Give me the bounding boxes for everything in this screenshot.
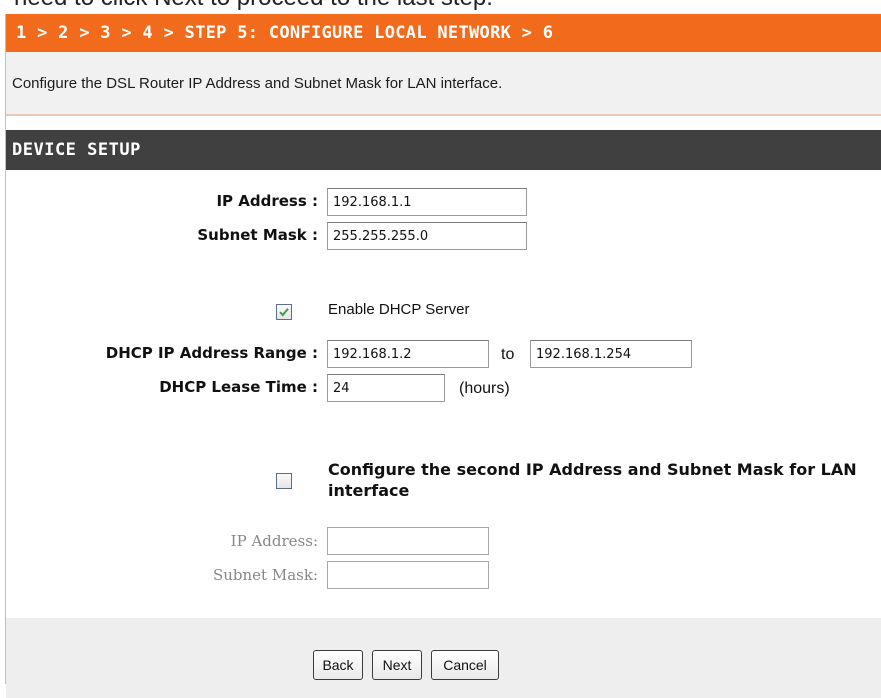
dhcp-range-start-input[interactable] bbox=[327, 340, 489, 368]
dhcp-range-to-text: to bbox=[501, 346, 515, 363]
second-ip-label: Configure the second IP Address and Subn… bbox=[328, 460, 857, 500]
dhcp-lease-time-label: DHCP Lease Time : bbox=[159, 378, 318, 396]
dhcp-range-end-input[interactable] bbox=[530, 340, 692, 368]
subnet-mask-label: Subnet Mask : bbox=[197, 226, 318, 244]
next-button[interactable]: Next bbox=[372, 650, 422, 680]
dhcp-lease-time-input[interactable] bbox=[327, 374, 445, 402]
cancel-button[interactable]: Cancel bbox=[431, 650, 499, 680]
wizard-footer: Back Next Cancel bbox=[6, 618, 881, 698]
check-mark-icon bbox=[279, 308, 289, 317]
second-ip-address-input[interactable] bbox=[327, 527, 489, 555]
second-subnet-mask-label: Subnet Mask: bbox=[212, 566, 318, 584]
ip-address-input[interactable] bbox=[327, 188, 527, 216]
back-button[interactable]: Back bbox=[313, 650, 363, 680]
second-ip-address-label: IP Address: bbox=[230, 532, 318, 550]
device-setup-form: IP Address : Subnet Mask : Enable DHCP S… bbox=[6, 170, 881, 619]
wizard-description: Configure the DSL Router IP Address and … bbox=[6, 52, 881, 116]
enable-dhcp-label: Enable DHCP Server bbox=[328, 301, 470, 318]
subnet-mask-input[interactable] bbox=[327, 222, 527, 250]
ip-address-label: IP Address : bbox=[216, 192, 318, 210]
section-header-device-setup: DEVICE SETUP bbox=[6, 130, 881, 170]
device-setup-wizard: 1 > 2 > 3 > 4 > STEP 5: CONFIGURE LOCAL … bbox=[5, 14, 881, 698]
enable-dhcp-checkbox[interactable] bbox=[276, 304, 292, 320]
second-ip-checkbox[interactable] bbox=[276, 473, 292, 489]
wizard-step-trail: 1 > 2 > 3 > 4 > STEP 5: CONFIGURE LOCAL … bbox=[6, 14, 881, 52]
dhcp-lease-unit: (hours) bbox=[459, 380, 510, 397]
second-subnet-mask-input[interactable] bbox=[327, 561, 489, 589]
dhcp-range-label: DHCP IP Address Range : bbox=[105, 344, 318, 362]
partial-instruction-text: need to click Next to proceed to the las… bbox=[14, 0, 493, 10]
